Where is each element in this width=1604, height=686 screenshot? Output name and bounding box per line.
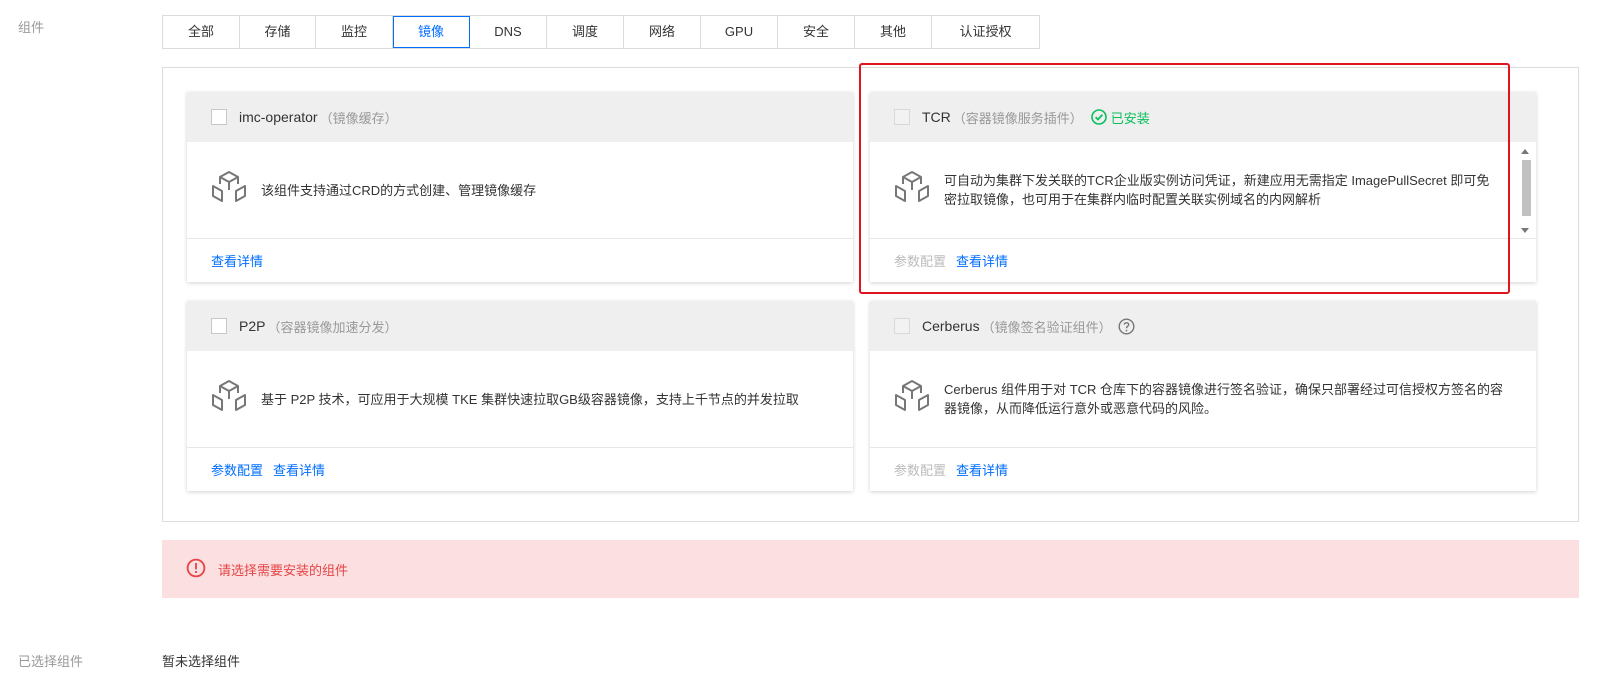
- component-card-imc-operator: imc-operator （镜像缓存） 该组件支持通过CRD的方式创建、管理镜像…: [187, 92, 853, 282]
- card-footer: 参数配置 查看详情: [187, 448, 853, 491]
- scroll-down-arrow-icon[interactable]: [1521, 228, 1529, 233]
- tab-scheduling[interactable]: 调度: [547, 16, 624, 48]
- selected-empty-text: 暂未选择组件: [162, 654, 241, 669]
- components-panel: imc-operator （镜像缓存） 该组件支持通过CRD的方式创建、管理镜像…: [162, 67, 1579, 522]
- description-scrollbar[interactable]: [1520, 146, 1532, 236]
- card-body: 可自动为集群下发关联的TCR企业版实例访问凭证，新建应用无需指定 ImagePu…: [870, 142, 1536, 239]
- tab-storage[interactable]: 存储: [240, 16, 316, 48]
- select-checkbox[interactable]: [211, 318, 227, 334]
- card-footer: 参数配置 查看详情: [870, 239, 1536, 282]
- selected-components-label: 已选择组件: [18, 654, 84, 669]
- component-description: 该组件支持通过CRD的方式创建、管理镜像缓存: [261, 182, 537, 198]
- view-details-link[interactable]: 查看详情: [211, 251, 263, 270]
- tab-auth[interactable]: 认证授权: [932, 16, 1039, 48]
- component-description: 可自动为集群下发关联的TCR企业版实例访问凭证，新建应用无需指定 ImagePu…: [944, 173, 1490, 207]
- param-config-link: 参数配置: [894, 463, 947, 478]
- tab-monitoring[interactable]: 监控: [316, 16, 393, 48]
- component-description: 基于 P2P 技术，可应用于大规模 TKE 集群快速拉取GB级容器镜像，支持上千…: [261, 391, 799, 407]
- component-alias: （容器镜像加速分发）: [267, 319, 398, 335]
- card-footer: 参数配置 查看详情: [870, 448, 1536, 491]
- select-checkbox[interactable]: [211, 109, 227, 125]
- card-header: Cerberus （镜像签名验证组件）: [870, 301, 1536, 351]
- cube-icon: [211, 379, 247, 420]
- help-icon[interactable]: [1118, 317, 1135, 335]
- alert-message: 请选择需要安装的组件: [218, 562, 349, 578]
- scroll-up-arrow-icon[interactable]: [1521, 149, 1529, 154]
- component-card-p2p: P2P （容器镜像加速分发） 基于 P2P 技术，可应用于大规模 TKE 集群快…: [187, 301, 853, 491]
- tab-all[interactable]: 全部: [163, 16, 240, 48]
- component-alias: （容器镜像服务插件）: [952, 110, 1083, 126]
- component-alias: （镜像缓存）: [319, 110, 398, 126]
- card-header: imc-operator （镜像缓存）: [187, 92, 853, 142]
- component-name: Cerberus: [922, 318, 980, 334]
- tab-dns[interactable]: DNS: [470, 16, 547, 48]
- error-alert: 请选择需要安装的组件: [162, 540, 1579, 598]
- card-body: 基于 P2P 技术，可应用于大规模 TKE 集群快速拉取GB级容器镜像，支持上千…: [187, 351, 853, 448]
- select-checkbox[interactable]: [894, 109, 910, 125]
- component-card-cerberus: Cerberus （镜像签名验证组件） Cerberus 组件用于对 TCR 仓…: [870, 301, 1536, 491]
- component-card-tcr: TCR （容器镜像服务插件） 已安装 可自动为集群下发关联的TCR企业版实例访问…: [870, 92, 1536, 282]
- tab-network[interactable]: 网络: [624, 16, 701, 48]
- param-config-link: 参数配置: [894, 254, 947, 269]
- card-body: 该组件支持通过CRD的方式创建、管理镜像缓存: [187, 142, 853, 239]
- cube-icon: [894, 170, 930, 211]
- view-details-link[interactable]: 查看详情: [273, 460, 325, 479]
- component-description: Cerberus 组件用于对 TCR 仓库下的容器镜像进行签名验证，确保只部署经…: [944, 382, 1504, 416]
- scroll-thumb[interactable]: [1522, 160, 1531, 216]
- status-text: 已安装: [1110, 110, 1150, 126]
- category-tabs: 全部 存储 监控 镜像 DNS 调度 网络 GPU 安全 其他 认证授权: [162, 15, 1040, 49]
- param-config-link[interactable]: 参数配置: [211, 460, 263, 479]
- cube-icon: [211, 170, 247, 211]
- tab-security[interactable]: 安全: [778, 16, 855, 48]
- component-alias: （镜像签名验证组件）: [981, 319, 1112, 335]
- component-name: TCR: [922, 109, 951, 125]
- cube-icon: [894, 379, 930, 420]
- tab-other[interactable]: 其他: [855, 16, 932, 48]
- component-name: imc-operator: [239, 109, 318, 125]
- card-header: P2P （容器镜像加速分发）: [187, 301, 853, 351]
- tab-gpu[interactable]: GPU: [701, 16, 778, 48]
- components-label: 组件: [18, 20, 45, 35]
- check-circle-icon: [1090, 109, 1107, 125]
- tab-image[interactable]: 镜像: [393, 16, 470, 48]
- card-body: Cerberus 组件用于对 TCR 仓库下的容器镜像进行签名验证，确保只部署经…: [870, 351, 1536, 448]
- view-details-link[interactable]: 查看详情: [956, 460, 1008, 479]
- installed-status: 已安装: [1090, 108, 1150, 127]
- select-checkbox[interactable]: [894, 318, 910, 334]
- error-icon: [186, 558, 206, 581]
- component-name: P2P: [239, 318, 266, 334]
- view-details-link[interactable]: 查看详情: [956, 251, 1008, 270]
- card-header: TCR （容器镜像服务插件） 已安装: [870, 92, 1536, 142]
- card-footer: 查看详情: [187, 239, 853, 282]
